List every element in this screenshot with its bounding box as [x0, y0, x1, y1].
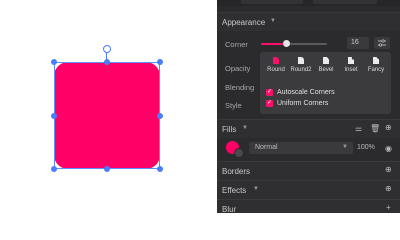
resize-handle-bottom[interactable]	[104, 166, 110, 172]
blending-label: Blending	[225, 83, 255, 92]
opacity-label: Opacity	[225, 64, 251, 73]
fill-options-icon[interactable]: ⚌	[355, 124, 362, 133]
corner-style-round2[interactable]: Round2	[289, 57, 313, 73]
add-fill-icon[interactable]: ⊕	[385, 123, 392, 132]
corner-slider-thumb[interactable]	[282, 40, 290, 47]
trash-icon[interactable]: 🗑	[370, 124, 380, 133]
corner-inset-icon	[348, 57, 354, 64]
design-canvas[interactable]	[0, 0, 217, 213]
resize-handle-left[interactable]	[51, 113, 57, 119]
top-field-1[interactable]	[241, 0, 303, 4]
fill-blend-mode-value: Normal	[255, 144, 278, 151]
uniform-corners-label: Uniform Corners	[277, 100, 329, 107]
borders-section-header[interactable]: Borders ⊕	[217, 161, 400, 180]
uniform-corners-checkbox[interactable]: ✓	[266, 100, 273, 107]
corner-style-bevel[interactable]: Bevel	[314, 57, 338, 73]
corner-round2-icon	[298, 57, 304, 64]
blur-title: Blur	[222, 205, 237, 213]
borders-title: Borders	[222, 167, 251, 176]
effects-title: Effects	[222, 186, 247, 195]
rotation-handle[interactable]	[103, 45, 111, 53]
add-border-icon[interactable]: ⊕	[385, 165, 392, 174]
top-field-2[interactable]	[313, 0, 377, 4]
inspector-panel: Appearance ▼ Corner 16 Opacity Blending …	[217, 0, 400, 213]
style-label: Style	[225, 101, 242, 110]
corner-style-popover: Round Round2 Bevel Inset Fancy ✓ Autosca…	[260, 52, 391, 114]
blur-section-header[interactable]: Blur +	[217, 199, 400, 213]
corner-style-inset[interactable]: Inset	[339, 57, 363, 73]
selection-outline	[54, 62, 160, 169]
chevron-down-icon[interactable]: ▼	[270, 18, 276, 24]
resize-handle-right[interactable]	[157, 113, 163, 119]
corner-slider[interactable]	[261, 40, 327, 47]
appearance-title: Appearance	[222, 18, 266, 27]
corner-label: Corner	[225, 40, 248, 49]
top-fields-strip	[217, 0, 400, 6]
fill-opacity-field[interactable]: 100%	[357, 142, 379, 154]
resize-handle-top-left[interactable]	[51, 59, 57, 65]
resize-handle-bottom-left[interactable]	[51, 166, 57, 172]
fill-blend-mode-select[interactable]: Normal ▼	[249, 142, 353, 154]
chevron-down-icon: ▼	[342, 144, 348, 150]
effects-section-header[interactable]: Effects ▼ ⊕	[217, 180, 400, 199]
fills-section-header[interactable]: Fills ▼ ⚌ 🗑 ⊕	[217, 119, 400, 138]
corner-style-round[interactable]: Round	[264, 57, 288, 73]
eye-icon[interactable]: ◉	[385, 144, 392, 153]
add-effect-icon[interactable]: ⊕	[385, 184, 392, 193]
corner-value-field[interactable]: 16	[347, 37, 369, 49]
chevron-down-icon[interactable]: ▼	[242, 125, 248, 131]
corner-options-button[interactable]	[374, 37, 390, 49]
autoscale-corners-checkbox[interactable]: ✓	[266, 89, 273, 96]
fills-title: Fills	[222, 125, 237, 134]
add-blur-icon[interactable]: +	[386, 203, 391, 212]
corner-style-fancy[interactable]: Fancy	[364, 57, 388, 73]
resize-handle-top-right[interactable]	[157, 59, 163, 65]
resize-handle-top[interactable]	[104, 59, 110, 65]
corner-fancy-icon	[373, 57, 379, 64]
resize-handle-bottom-right[interactable]	[157, 166, 163, 172]
fill-type-badge	[234, 148, 244, 158]
autoscale-corners-label: Autoscale Corners	[277, 89, 335, 96]
sliders-icon	[378, 39, 386, 47]
chevron-down-icon[interactable]: ▼	[253, 186, 259, 192]
corner-round-icon	[273, 57, 279, 64]
appearance-section-header[interactable]: Appearance ▼	[217, 12, 400, 31]
corner-bevel-icon	[323, 57, 329, 64]
